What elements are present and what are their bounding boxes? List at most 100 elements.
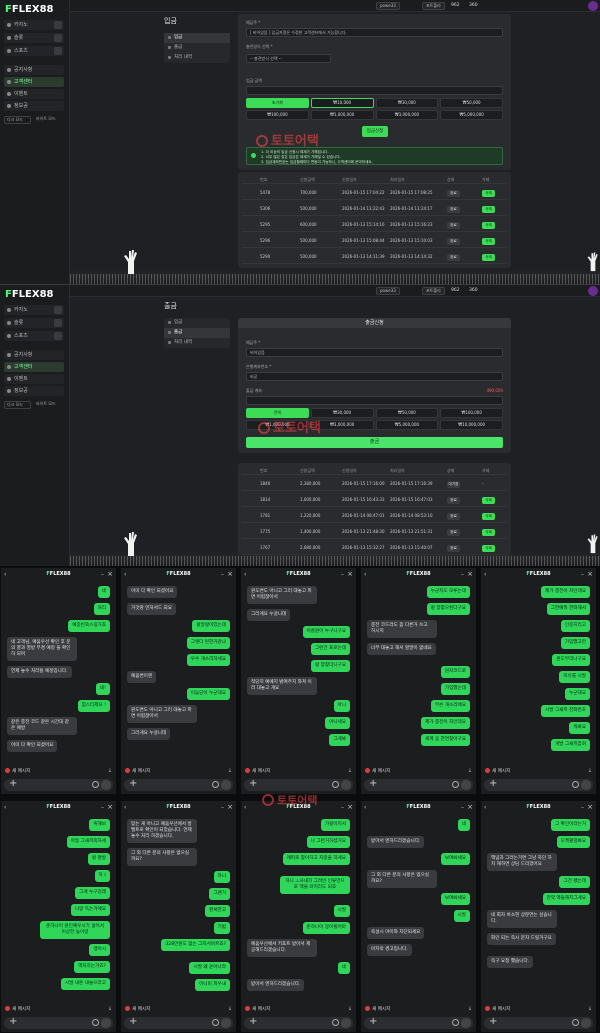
chevron-down-icon[interactable] [54,332,62,340]
sidebar-item-slot[interactable]: 슬롯 [4,318,64,328]
arrow-down-icon[interactable]: ↓ [588,768,592,774]
sidebar-item-slot[interactable]: 슬롯 [4,33,64,43]
back-icon[interactable]: ‹ [124,804,126,811]
amount-button[interactable]: ₩3,000,000 [375,110,439,120]
minimize-icon[interactable]: – [581,571,584,578]
close-icon[interactable]: × [227,803,233,811]
minimize-icon[interactable]: – [461,571,464,578]
sidebar-item-sports[interactable]: 스포츠 [4,331,64,341]
delete-button[interactable]: 삭제 [482,254,495,261]
tab-history[interactable]: 처리 내역 [164,53,230,63]
arrow-down-icon[interactable]: ↓ [468,768,472,774]
chevron-down-icon[interactable] [54,319,62,327]
chevron-down-icon[interactable] [54,34,62,42]
arrow-down-icon[interactable]: ↓ [108,768,112,774]
back-icon[interactable]: ‹ [4,571,6,578]
minimize-icon[interactable]: – [221,571,224,578]
minimize-icon[interactable]: – [101,804,104,811]
emoji-icon[interactable] [452,1019,459,1026]
close-icon[interactable]: × [587,570,593,578]
brand-logo[interactable]: FFLEX88 [5,4,54,15]
new-message-indicator[interactable]: 새 메시지 [365,768,390,774]
plus-icon[interactable]: + [249,778,257,789]
brand-logo[interactable]: FFLEX88 [5,289,54,300]
arrow-down-icon[interactable]: ↓ [588,1006,592,1012]
tab-withdraw[interactable]: 출금 [164,328,230,338]
delete-button[interactable]: 삭제 [482,529,495,536]
sidebar-item-casino[interactable]: 카지노 [4,305,64,315]
minimize-icon[interactable]: – [341,804,344,811]
plus-icon[interactable]: + [489,778,497,789]
plus-icon[interactable]: + [369,1016,377,1027]
send-icon[interactable] [221,780,231,790]
emoji-icon[interactable] [572,781,579,788]
send-icon[interactable] [101,1018,111,1028]
message-input[interactable]: + [244,778,353,791]
amount-button[interactable]: ₩10,000 [310,98,374,108]
message-input[interactable]: + [4,1016,113,1029]
back-icon[interactable]: ‹ [244,571,246,578]
send-icon[interactable] [341,780,351,790]
amount-button[interactable]: ₩50,000 [440,98,503,108]
tab-deposit[interactable]: 입금 [164,318,230,328]
message-input[interactable]: + [4,778,113,791]
tab-deposit[interactable]: 입금 [164,33,230,43]
message-input[interactable]: + [244,1016,353,1029]
back-icon[interactable]: ‹ [244,804,246,811]
message-input[interactable]: + [484,1016,593,1029]
withdraw-apply-button[interactable]: 출금 [246,437,503,448]
plus-icon[interactable]: + [369,778,377,789]
arrow-down-icon[interactable]: ↓ [348,768,352,774]
send-icon[interactable] [341,1018,351,1028]
plus-icon[interactable]: + [9,778,17,789]
emoji-icon[interactable] [452,781,459,788]
back-icon[interactable]: ‹ [364,804,366,811]
send-icon[interactable] [221,1018,231,1028]
emoji-icon[interactable] [212,1019,219,1026]
send-icon[interactable] [581,1018,591,1028]
sidebar-item-support[interactable]: 고객센터 [4,362,64,372]
user-pill[interactable]: powe33 [376,2,400,10]
sidebar-item-info[interactable]: 정보공 [4,386,64,396]
emoji-icon[interactable] [332,781,339,788]
new-message-indicator[interactable]: 새 메시지 [245,768,270,774]
mode-select[interactable]: 다크 모드 [4,401,31,409]
close-icon[interactable]: × [107,803,113,811]
emoji-icon[interactable] [92,1019,99,1026]
back-icon[interactable]: ‹ [364,571,366,578]
plus-icon[interactable]: + [129,778,137,789]
new-message-indicator[interactable]: 새 메시지 [5,1006,30,1012]
close-icon[interactable]: × [347,803,353,811]
amount-button[interactable]: ₩50,000 [375,408,439,418]
minimize-icon[interactable]: – [221,804,224,811]
amount-reset-button[interactable]: 초기화 [246,98,309,108]
tab-withdraw[interactable]: 출금 [164,43,230,53]
delete-button[interactable]: 삭제 [482,222,495,229]
amount-button[interactable]: ₩5,000,000 [375,420,439,430]
send-icon[interactable] [461,780,471,790]
send-icon[interactable] [581,780,591,790]
delete-button[interactable]: 삭제 [482,190,495,197]
new-message-indicator[interactable]: 새 메시지 [125,1006,150,1012]
delete-button[interactable]: 삭제 [482,497,495,504]
minimize-icon[interactable]: – [341,571,344,578]
sidebar-item-notice[interactable]: 공지사항 [4,350,64,360]
message-input[interactable]: + [364,1016,473,1029]
message-input[interactable]: + [364,778,473,791]
sidebar-item-casino[interactable]: 카지노 [4,20,64,30]
back-icon[interactable]: ‹ [484,804,486,811]
close-icon[interactable]: × [347,570,353,578]
arrow-down-icon[interactable]: ↓ [348,1006,352,1012]
sidebar-item-notice[interactable]: 공지사항 [4,65,64,75]
close-icon[interactable]: × [467,570,473,578]
arrow-down-icon[interactable]: ↓ [108,1006,112,1012]
send-icon[interactable] [461,1018,471,1028]
sidebar-item-event[interactable]: 이벤트 [4,89,64,99]
holder-field[interactable]: 비어있음 [246,348,503,357]
sidebar-item-event[interactable]: 이벤트 [4,374,64,384]
plus-icon[interactable]: + [129,1016,137,1027]
method-select[interactable]: -- 충전방식 선택 -- [246,54,331,63]
minimize-icon[interactable]: – [581,804,584,811]
close-icon[interactable]: × [587,803,593,811]
deposit-apply-button[interactable]: 입금신청 [362,126,388,137]
